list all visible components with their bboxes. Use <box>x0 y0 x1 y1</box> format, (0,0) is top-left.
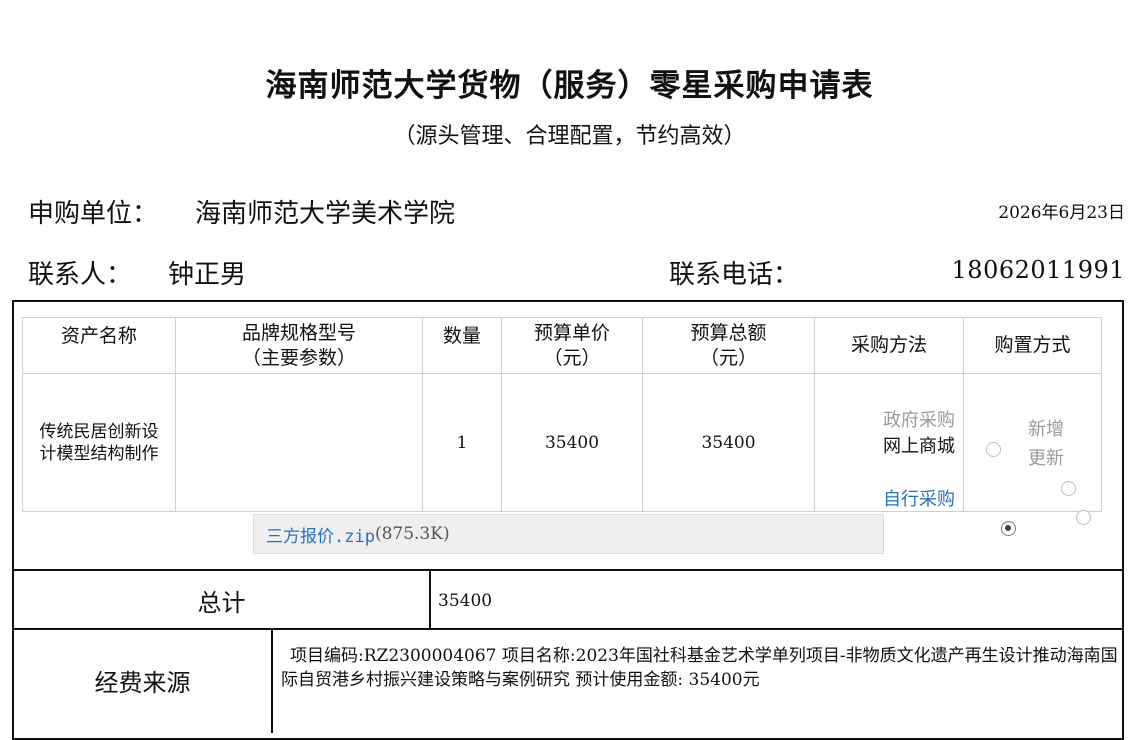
funding-text: 项目编码:RZ2300004067 项目名称:2023年国社科基金艺术学单列项目… <box>281 646 1118 690</box>
funding-label: 经费来源 <box>94 668 191 697</box>
header-method: 采购方法 <box>814 317 964 374</box>
attachment-bar: 三方报价.zip (875.3K) <box>253 514 884 554</box>
items-table: 资产名称 品牌规格型号 （主要参数） 数量 预算单价 （元） 预算总额 （元） … <box>22 317 1102 536</box>
header-brand-spec-line2: （主要参数） <box>241 346 356 369</box>
header-total-line2: （元） <box>699 346 757 369</box>
type-radio-update[interactable] <box>1075 510 1091 525</box>
application-date: 2026年6月23日 <box>998 203 1125 223</box>
contact-label: 联系人： <box>28 260 133 290</box>
type-label-update: 更新 <box>1028 448 1064 469</box>
cell-method: 政府采购 网上商城 自行采购 <box>814 373 1016 536</box>
contact-value: 钟正男 <box>168 260 247 290</box>
cell-unit-price: 35400 <box>501 373 643 512</box>
header-asset-name: 资产名称 <box>22 317 176 374</box>
form-title: 海南师范大学货物（服务）零星采购申请表 <box>265 68 874 104</box>
form-subtitle: （源头管理、合理配置，节约高效） <box>393 124 746 149</box>
header-unit-price-line1: 预算单价 <box>533 321 610 344</box>
applicant-value: 海南师范大学美术学院 <box>195 199 456 229</box>
applicant-label: 申购单位： <box>28 199 159 229</box>
header-brand-spec: 品牌规格型号 （主要参数） <box>175 317 423 374</box>
header-unit-price: 预算单价 （元） <box>501 317 643 374</box>
header-quantity: 数量 <box>422 317 502 374</box>
type-label-new: 新增 <box>1028 419 1064 440</box>
cell-asset-name: 传统民居创新设计模型结构制作 <box>22 373 176 512</box>
phone-value: 18062011991 <box>951 256 1125 284</box>
total-label: 总计 <box>197 588 246 617</box>
method-label-self-purchase[interactable]: 自行采购 <box>883 485 955 511</box>
header-unit-price-line2: （元） <box>543 346 601 369</box>
header-purchase-type: 购置方式 <box>963 317 1102 374</box>
header-total: 预算总额 （元） <box>642 317 815 374</box>
header-brand-spec-line1: 品牌规格型号 <box>241 321 356 344</box>
divider-funding-vertical <box>271 628 273 733</box>
attachment-size: (875.3K) <box>374 524 450 544</box>
attachment-link[interactable]: 三方报价.zip <box>266 522 375 547</box>
cell-quantity: 1 <box>422 373 502 512</box>
phone-label: 联系电话： <box>669 260 800 290</box>
divider-total-vertical <box>429 569 431 630</box>
method-label-government: 政府采购 <box>883 410 955 431</box>
method-label-online-mall: 网上商城 <box>883 436 955 457</box>
type-radio-new[interactable] <box>1060 481 1076 496</box>
header-total-line1: 预算总额 <box>690 321 767 344</box>
cell-purchase-type: 新增 更新 <box>963 373 1102 525</box>
cell-brand-spec <box>175 373 423 512</box>
total-value: 35400 <box>438 591 493 611</box>
method-radio-online-mall[interactable] <box>1001 521 1016 536</box>
cell-total: 35400 <box>642 373 815 512</box>
